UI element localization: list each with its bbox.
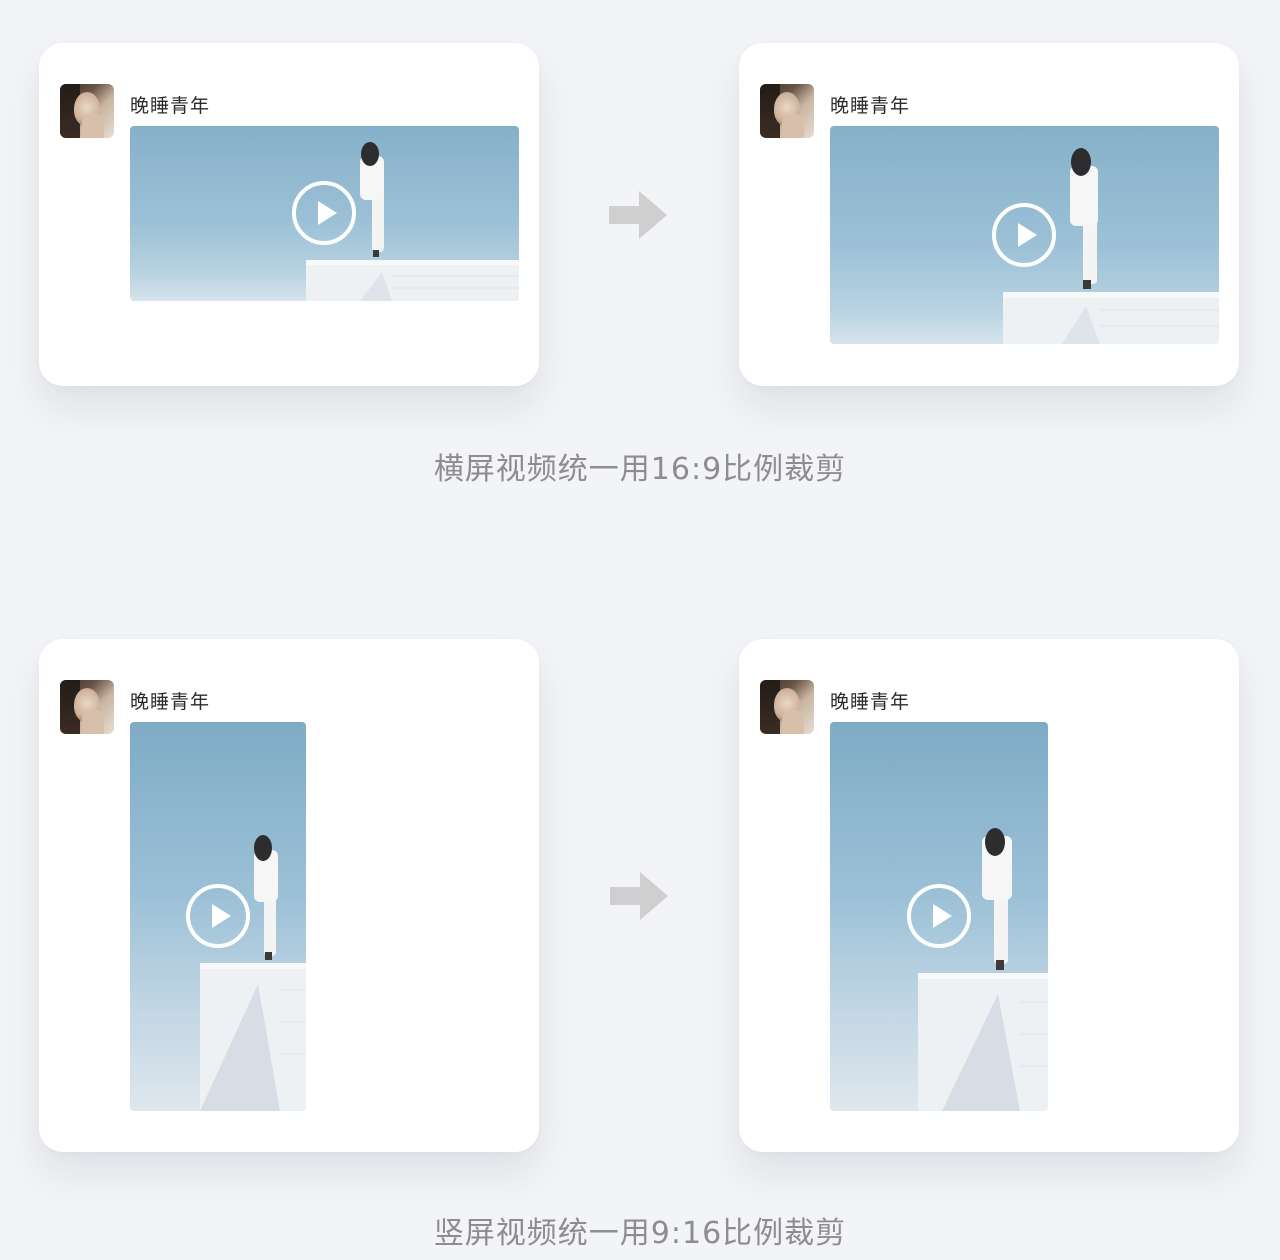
play-button[interactable]: [292, 181, 356, 245]
play-button[interactable]: [907, 884, 971, 948]
avatar[interactable]: [60, 84, 114, 138]
username[interactable]: 晚睡青年: [130, 91, 210, 118]
post-card-portrait-after: 晚睡青年: [739, 639, 1239, 1152]
avatar[interactable]: [760, 680, 814, 734]
username[interactable]: 晚睡青年: [130, 687, 210, 714]
play-button[interactable]: [186, 884, 250, 948]
video-thumbnail-9-16[interactable]: [830, 722, 1048, 1111]
caption-landscape: 横屏视频统一用16:9比例裁剪: [433, 452, 847, 487]
username[interactable]: 晚睡青年: [830, 687, 910, 714]
username[interactable]: 晚睡青年: [830, 91, 910, 118]
arrow-right-icon: [610, 872, 668, 920]
play-icon: [1017, 223, 1037, 247]
post-card-landscape-before: 晚睡青年: [39, 43, 539, 386]
post-card-landscape-after: 晚睡青年: [739, 43, 1239, 386]
video-thumbnail[interactable]: [130, 126, 519, 301]
caption-portrait: 竖屏视频统一用9:16比例裁剪: [433, 1216, 847, 1251]
avatar[interactable]: [60, 680, 114, 734]
play-icon: [211, 904, 231, 928]
avatar[interactable]: [760, 84, 814, 138]
video-thumbnail[interactable]: [130, 722, 306, 1111]
arrow-right-icon: [609, 191, 667, 239]
play-icon: [932, 904, 952, 928]
video-thumbnail-16-9[interactable]: [830, 126, 1219, 344]
play-button[interactable]: [992, 203, 1056, 267]
play-icon: [317, 201, 337, 225]
post-card-portrait-before: 晚睡青年: [39, 639, 539, 1152]
